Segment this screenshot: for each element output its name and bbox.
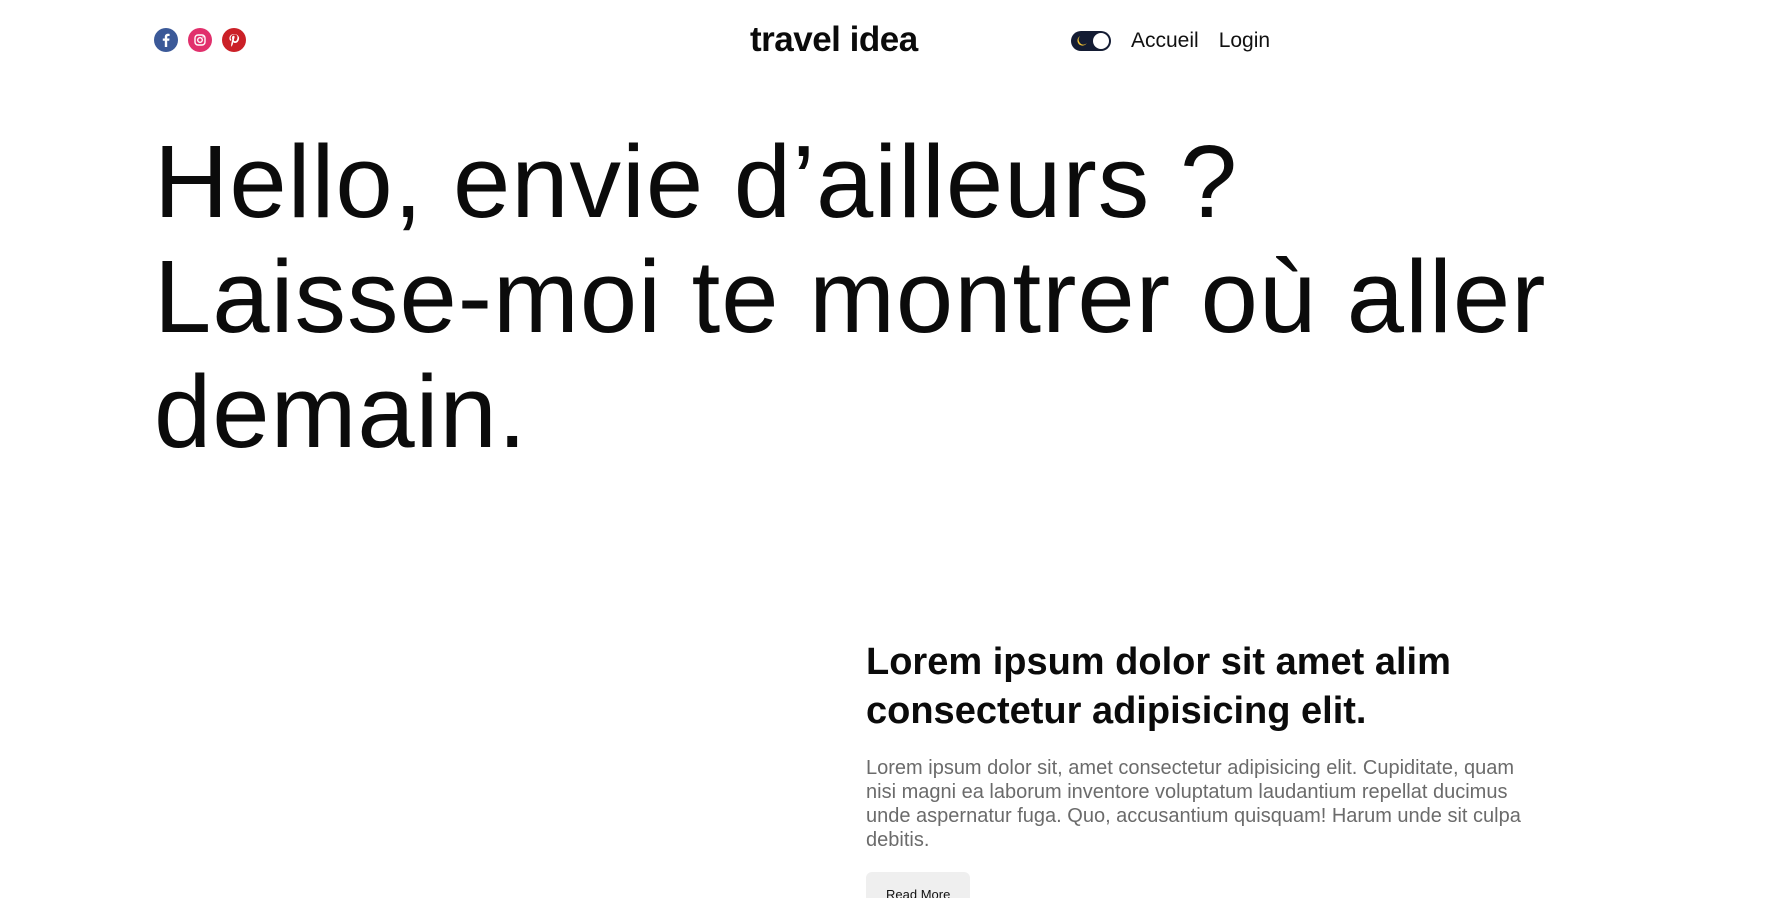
- featured-article: Lorem ipsum dolor sit amet alim consecte…: [866, 638, 1526, 898]
- nav-link-accueil[interactable]: Accueil: [1131, 28, 1199, 54]
- page: travel idea Accueil Login Hello, envie d…: [0, 0, 1772, 898]
- article-title: Lorem ipsum dolor sit amet alim consecte…: [866, 641, 1451, 732]
- theme-toggle[interactable]: [1071, 31, 1111, 51]
- hero-line-2: Laisse-moi te montrer où aller: [154, 239, 1547, 354]
- social-links: [154, 28, 246, 52]
- read-more-button[interactable]: Read More: [866, 872, 971, 898]
- site-logo[interactable]: travel idea: [750, 20, 918, 60]
- instagram-icon[interactable]: [188, 28, 212, 52]
- nav-link-login[interactable]: Login: [1219, 28, 1270, 54]
- site-header: travel idea Accueil Login: [0, 0, 1772, 84]
- main-nav: Accueil Login: [1071, 28, 1290, 54]
- hero-line-3: demain.: [154, 354, 528, 469]
- facebook-icon[interactable]: [154, 28, 178, 52]
- hero-line-1: Hello, envie d’ailleurs ?: [154, 124, 1239, 239]
- pinterest-icon[interactable]: [222, 28, 246, 52]
- toggle-knob: [1093, 33, 1109, 49]
- moon-icon: [1077, 36, 1087, 46]
- hero-heading: Hello, envie d’ailleurs ? Laisse-moi te …: [154, 124, 1614, 469]
- article-excerpt: Lorem ipsum dolor sit, amet consectetur …: [866, 757, 1521, 851]
